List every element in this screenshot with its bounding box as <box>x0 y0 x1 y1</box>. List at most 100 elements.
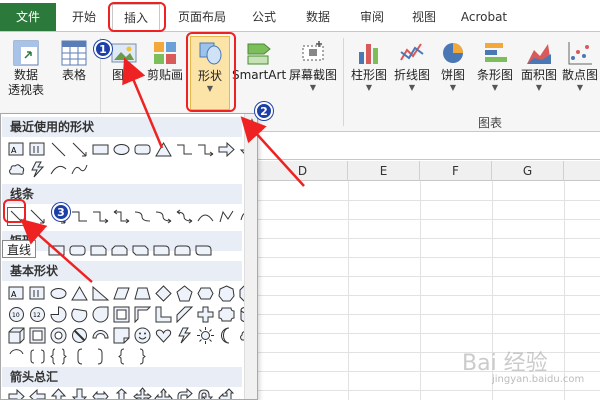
pentagon-shape[interactable] <box>175 284 194 303</box>
diamond-shape[interactable] <box>154 284 173 303</box>
formula-bar[interactable] <box>258 140 600 160</box>
smartart-button[interactable]: SmartArt <box>232 38 286 83</box>
oval-shape[interactable] <box>49 284 68 303</box>
bent-arrow-shape[interactable] <box>175 387 194 399</box>
left-right-up-arrow-shape[interactable] <box>154 387 173 399</box>
round-diagonal-rect-shape[interactable] <box>194 241 213 260</box>
scatter-chart-button[interactable]: 散点图 ▼ <box>561 38 599 93</box>
rounded-rect-shape[interactable] <box>133 140 152 159</box>
right-arrow-shape[interactable] <box>217 140 236 159</box>
folded-corner-shape[interactable] <box>112 326 131 345</box>
bar-chart-button[interactable]: 条形图 ▼ <box>474 38 516 93</box>
column-header-d[interactable]: D <box>258 161 348 181</box>
block-arc-shape[interactable] <box>91 326 110 345</box>
quad-arrow-shape[interactable] <box>133 387 152 399</box>
cross-shape[interactable] <box>196 305 215 324</box>
vertical-textbox-shape[interactable] <box>28 284 47 303</box>
tab-review[interactable]: 审阅 <box>352 4 392 30</box>
curved-double-arrow-shape[interactable] <box>175 207 194 226</box>
panel-scrollbar[interactable]: ▲ <box>244 114 257 399</box>
oval-shape[interactable] <box>112 140 131 159</box>
round-corner-rect-shape[interactable] <box>152 241 171 260</box>
curved-connector-shape[interactable] <box>133 207 152 226</box>
cloud-shape[interactable] <box>7 160 26 179</box>
right-brace-shape[interactable] <box>133 347 152 366</box>
left-arrow-shape[interactable] <box>28 387 47 399</box>
arc-shape[interactable] <box>70 160 89 179</box>
cube-shape[interactable] <box>7 326 26 345</box>
column-header-h[interactable] <box>564 161 600 181</box>
right-arrow-shape[interactable] <box>7 387 26 399</box>
trapezoid-shape[interactable] <box>133 284 152 303</box>
line-shape[interactable] <box>49 140 68 159</box>
tab-acrobat[interactable]: Acrobat <box>452 4 516 30</box>
column-header-e[interactable]: E <box>348 161 420 181</box>
lightning-shape[interactable] <box>28 160 47 179</box>
heart-shape[interactable] <box>154 326 173 345</box>
teardrop-shape[interactable] <box>91 305 110 324</box>
half-frame-shape[interactable] <box>133 305 152 324</box>
heptagon-shape[interactable] <box>217 284 236 303</box>
elbow-connector-shape[interactable] <box>70 207 89 226</box>
rounded-rect-shape[interactable] <box>68 241 87 260</box>
down-arrow-shape[interactable] <box>70 387 89 399</box>
tab-data[interactable]: 数据 <box>298 4 338 30</box>
dodecagon-shape[interactable]: 12 <box>28 305 47 324</box>
smiley-face-shape[interactable] <box>133 326 152 345</box>
curve-shape[interactable] <box>49 160 68 179</box>
table-button[interactable]: 表格 <box>56 38 92 83</box>
arrow-line-shape[interactable] <box>28 207 47 226</box>
column-header-g[interactable]: G <box>492 161 564 181</box>
lightning-bolt-shape[interactable] <box>175 326 194 345</box>
arc-shape[interactable] <box>7 347 26 366</box>
triangle-shape[interactable] <box>154 140 173 159</box>
bevel-shape[interactable] <box>28 326 47 345</box>
textbox-shape[interactable]: A <box>7 284 26 303</box>
snip-rect-shape[interactable] <box>89 241 108 260</box>
rectangle-shape[interactable] <box>91 140 110 159</box>
arrow-line-shape[interactable] <box>70 140 89 159</box>
pivot-table-button[interactable]: 数据 透视表 <box>6 38 46 98</box>
left-right-arrow-shape[interactable] <box>91 387 110 399</box>
tab-home[interactable]: 开始 <box>62 4 106 30</box>
tab-view[interactable]: 视图 <box>404 4 444 30</box>
freeform-shape[interactable] <box>217 207 236 226</box>
tab-formulas[interactable]: 公式 <box>244 4 284 30</box>
snip-two-corner-rect-shape[interactable] <box>110 241 129 260</box>
frame-shape[interactable] <box>112 305 131 324</box>
no-symbol-shape[interactable] <box>70 326 89 345</box>
area-chart-button[interactable]: 面积图 ▼ <box>518 38 560 93</box>
up-arrow-shape[interactable] <box>49 387 68 399</box>
line-chart-button[interactable]: 折线图 ▼ <box>391 38 433 93</box>
parallelogram-shape[interactable] <box>112 284 131 303</box>
up-down-arrow-shape[interactable] <box>112 387 131 399</box>
tab-file[interactable]: 文件 <box>0 3 56 31</box>
column-header-f[interactable]: F <box>420 161 492 181</box>
elbow-double-arrow-shape[interactable] <box>112 207 131 226</box>
hexagon-shape[interactable] <box>196 284 215 303</box>
rectangle-shape[interactable] <box>47 241 66 260</box>
elbow-arrow-shape[interactable] <box>196 140 215 159</box>
clipart-button[interactable]: 剪贴画 <box>146 38 184 83</box>
snip-diagonal-rect-shape[interactable] <box>131 241 150 260</box>
vertical-textbox-shape[interactable] <box>28 140 47 159</box>
elbow-arrow-shape[interactable] <box>91 207 110 226</box>
plaque-shape[interactable] <box>217 305 236 324</box>
right-bracket-shape[interactable] <box>91 347 110 366</box>
moon-shape[interactable] <box>217 326 236 345</box>
pie-shape[interactable] <box>49 305 68 324</box>
l-shape[interactable] <box>154 305 173 324</box>
column-chart-button[interactable]: 柱形图 ▼ <box>349 38 389 93</box>
u-turn-arrow-shape[interactable] <box>196 387 215 399</box>
scroll-up-icon[interactable]: ▲ <box>246 116 257 128</box>
decagon-shape[interactable]: 10 <box>7 305 26 324</box>
left-bracket-shape[interactable] <box>70 347 89 366</box>
diagonal-stripe-shape[interactable] <box>175 305 194 324</box>
donut-shape[interactable] <box>49 326 68 345</box>
left-brace-shape[interactable] <box>112 347 131 366</box>
screenshot-button[interactable]: 屏幕截图 ▼ <box>288 38 338 93</box>
round-two-corner-rect-shape[interactable] <box>173 241 192 260</box>
right-triangle-shape[interactable] <box>91 284 110 303</box>
double-brace-shape[interactable] <box>49 347 68 366</box>
double-bracket-shape[interactable] <box>28 347 47 366</box>
